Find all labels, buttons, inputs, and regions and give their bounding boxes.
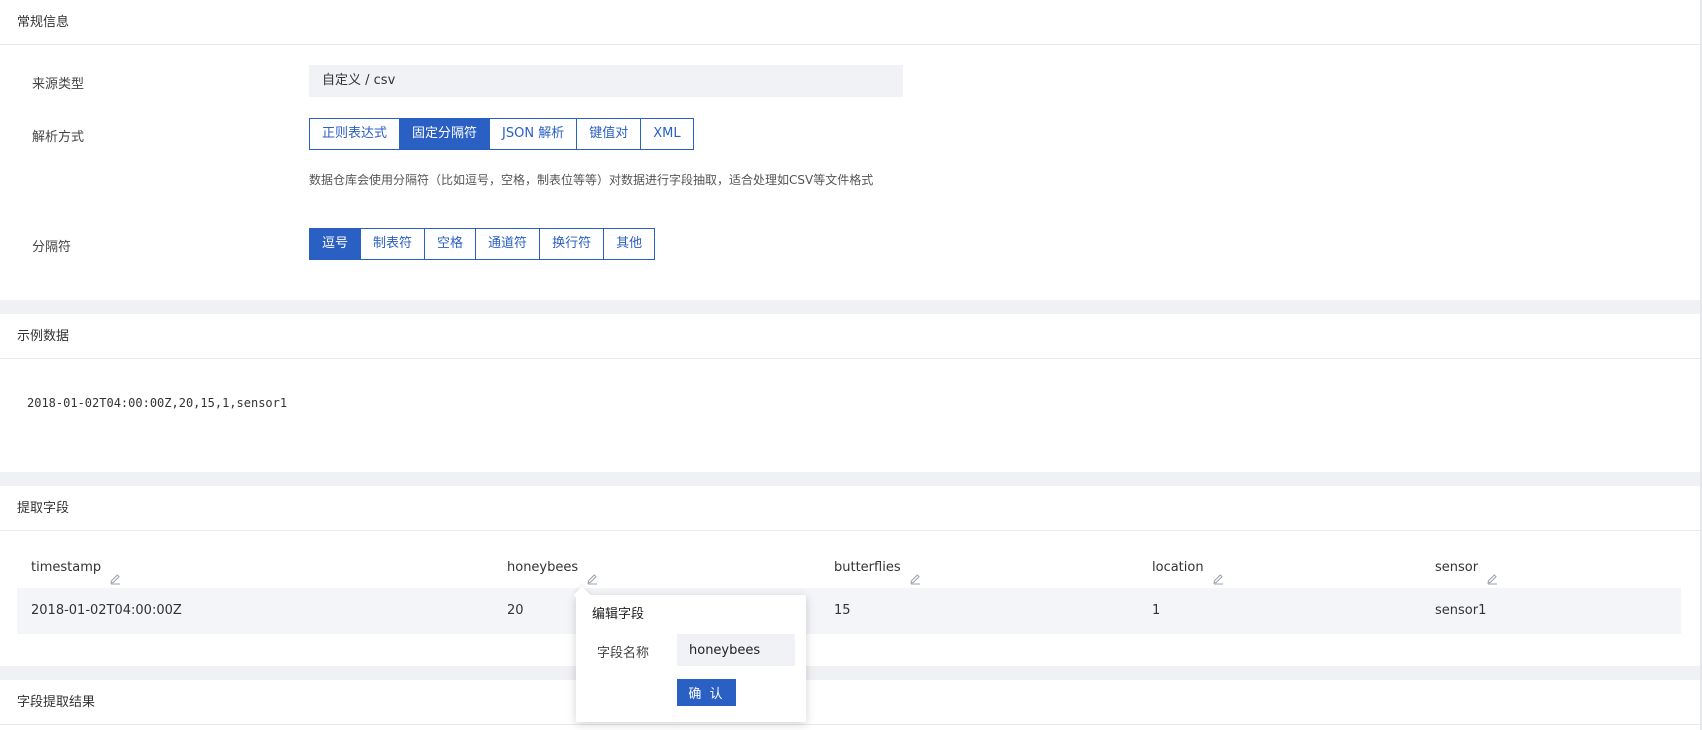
delimiter-pipe-button[interactable]: 通道符 <box>476 229 541 259</box>
edit-field-popover: 编辑字段 字段名称 确 认 <box>573 586 806 722</box>
section-title-extract: 提取字段 <box>0 486 1700 531</box>
delimiter-tab-button[interactable]: 制表符 <box>361 229 426 259</box>
table-header-row: timestamp honeybees butterflies location… <box>17 548 1681 588</box>
column-header-location: location <box>1152 548 1224 588</box>
source-type-field: 自定义 / csv <box>309 65 903 97</box>
popover-title: 编辑字段 <box>592 607 645 622</box>
table-cell: 1 <box>1152 603 1161 618</box>
table-row: 2018-01-02T04:00:00Z 20 15 1 sensor1 <box>17 588 1681 634</box>
source-type-label: 来源类型 <box>32 77 85 92</box>
parse-method-label: 解析方式 <box>32 130 85 145</box>
edit-pencil-icon[interactable] <box>1212 562 1224 585</box>
table-cell: 20 <box>507 603 524 618</box>
column-header-sensor: sensor <box>1435 548 1498 588</box>
delimiter-other-button[interactable]: 其他 <box>604 229 655 259</box>
column-name: sensor <box>1435 560 1479 575</box>
delimiter-space-button[interactable]: 空格 <box>425 229 477 259</box>
table-cell: 15 <box>834 603 851 618</box>
parse-method-hint: 数据仓库会使用分隔符（比如逗号，空格，制表位等等）对数据进行字段抽取，适合处理如… <box>309 173 874 187</box>
fields-table: timestamp honeybees butterflies location… <box>17 548 1681 634</box>
field-result-panel: 字段提取结果 <box>0 680 1700 730</box>
parse-method-key-value-button[interactable]: 键值对 <box>577 119 642 149</box>
sample-data-text: 2018-01-02T04:00:00Z,20,15,1,sensor1 <box>27 396 288 410</box>
parse-method-fixed-delimiter-button[interactable]: 固定分隔符 <box>400 119 491 149</box>
parse-method-segmented: 正则表达式 固定分隔符 JSON 解析 键值对 XML <box>309 118 694 150</box>
edit-pencil-icon[interactable] <box>909 562 921 585</box>
column-name: timestamp <box>31 560 102 575</box>
field-name-input[interactable] <box>677 634 795 666</box>
extract-fields-panel: 提取字段 timestamp honeybees butterflies loc… <box>0 486 1700 666</box>
delimiter-newline-button[interactable]: 换行符 <box>540 229 605 259</box>
parse-method-json-button[interactable]: JSON 解析 <box>490 119 578 149</box>
section-title-general: 常规信息 <box>0 0 1700 45</box>
edit-pencil-icon[interactable] <box>1486 562 1498 585</box>
parse-method-xml-button[interactable]: XML <box>641 119 693 149</box>
column-header-honeybees: honeybees <box>507 548 598 588</box>
delimiter-label: 分隔符 <box>32 240 72 255</box>
table-cell: 2018-01-02T04:00:00Z <box>31 603 182 618</box>
edit-pencil-icon[interactable] <box>586 562 598 585</box>
section-title-sample: 示例数据 <box>0 314 1700 359</box>
table-cell: sensor1 <box>1435 603 1487 618</box>
column-name: honeybees <box>507 560 579 575</box>
column-header-butterflies: butterflies <box>834 548 921 588</box>
parse-method-regex-button[interactable]: 正则表达式 <box>310 119 401 149</box>
field-name-label: 字段名称 <box>597 646 650 661</box>
general-info-panel: 常规信息 来源类型 自定义 / csv 解析方式 正则表达式 固定分隔符 JSO… <box>0 0 1700 300</box>
confirm-button[interactable]: 确 认 <box>677 679 736 706</box>
delimiter-segmented: 逗号 制表符 空格 通道符 换行符 其他 <box>309 228 656 260</box>
sample-data-panel: 示例数据 2018-01-02T04:00:00Z,20,15,1,sensor… <box>0 314 1700 472</box>
column-name: butterflies <box>834 560 901 575</box>
column-header-timestamp: timestamp <box>31 548 121 588</box>
edit-pencil-icon[interactable] <box>109 562 121 585</box>
column-name: location <box>1152 560 1204 575</box>
delimiter-comma-button[interactable]: 逗号 <box>310 229 362 259</box>
section-title-result: 字段提取结果 <box>0 680 1700 725</box>
